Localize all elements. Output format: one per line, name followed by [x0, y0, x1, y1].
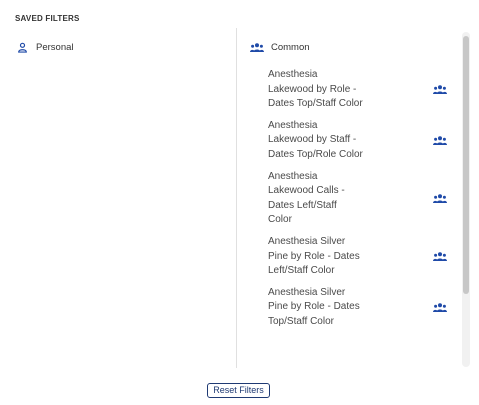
personal-column: Personal	[15, 40, 215, 54]
filter-item-label: Anesthesia Lakewood by Role - Dates Top/…	[268, 69, 363, 110]
filter-item[interactable]: Anesthesia Silver Pine by Role - Dates T…	[250, 286, 455, 330]
group-icon	[433, 193, 447, 204]
group-icon	[433, 302, 447, 313]
group-icon	[250, 40, 264, 54]
saved-filters-panel: SAVED FILTERS Personal Common Anesthesia…	[0, 0, 479, 405]
filter-item-label: Anesthesia Silver Pine by Role - Dates T…	[268, 286, 360, 327]
reset-filters-button[interactable]: Reset Filters	[207, 383, 270, 398]
group-icon	[433, 135, 447, 146]
common-group-header[interactable]: Common	[250, 40, 455, 54]
group-icon	[433, 252, 447, 262]
scrollbar-thumb[interactable]	[463, 36, 469, 294]
personal-group-label: Personal	[36, 41, 74, 53]
filter-item[interactable]: Anesthesia Silver Pine by Role - Dates L…	[250, 235, 455, 279]
personal-group-header[interactable]: Personal	[15, 40, 215, 54]
group-icon	[433, 85, 447, 95]
column-divider	[236, 28, 237, 368]
common-column: Common	[250, 40, 455, 54]
scrollbar[interactable]	[462, 32, 470, 367]
section-title: SAVED FILTERS	[15, 14, 80, 23]
filter-item[interactable]: Anesthesia Lakewood Calls - Dates Left/S…	[250, 170, 455, 228]
filter-item[interactable]: Anesthesia Lakewood by Role - Dates Top/…	[250, 68, 455, 112]
filter-item-label: Anesthesia Lakewood Calls - Dates Left/S…	[268, 170, 345, 226]
person-icon	[15, 40, 29, 54]
common-filter-list[interactable]: Anesthesia Lakewood by Role - Dates Top/…	[250, 68, 455, 358]
filter-item-label: Anesthesia Silver Pine by Role - Dates L…	[268, 235, 360, 277]
filter-item[interactable]: Anesthesia Lakewood by Staff - Dates Top…	[250, 119, 455, 163]
common-group-label: Common	[271, 41, 310, 53]
filter-item-label: Anesthesia Lakewood by Staff - Dates Top…	[268, 119, 363, 160]
